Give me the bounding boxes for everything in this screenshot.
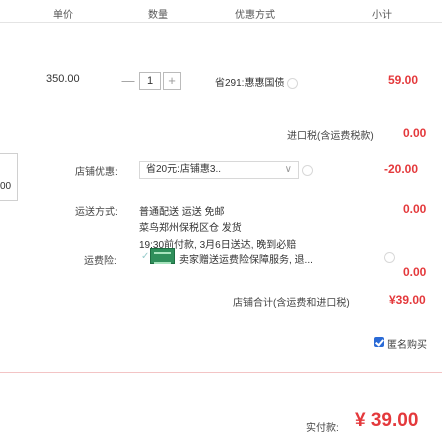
item-subtotal: 59.00 (388, 73, 419, 87)
store-discount-selected: 省20元:店铺惠3.. (146, 164, 222, 175)
payment-value: ¥ 39.00 (355, 410, 419, 431)
store-discount-select[interactable]: 省20元:店铺惠3.. ∨ (139, 161, 299, 179)
increase-button[interactable]: + (163, 72, 181, 90)
checkmark-icon: ✓ (141, 251, 150, 262)
left-panel-edge (0, 153, 18, 201)
shipping-line2: 菜鸟郑州保税区仓 发货 (139, 223, 242, 234)
payment-divider (0, 372, 442, 373)
insurance-info-icon[interactable] (384, 252, 395, 263)
header-divider (0, 22, 442, 23)
anonymous-checkbox[interactable] (374, 337, 384, 347)
import-tax-value: 0.00 (403, 126, 427, 140)
anonymous-label[interactable]: 匿名购买 (387, 336, 427, 351)
insurance-text: 卖家赠送运费险保障服务, 退... (179, 255, 313, 266)
store-total-value: ¥39.00 (389, 293, 426, 307)
decrease-button[interactable]: — (119, 72, 137, 90)
payment-label: 实付款: (306, 423, 339, 434)
quantity-input[interactable]: 1 (139, 72, 161, 90)
shipping-label: 运送方式: (75, 207, 118, 218)
insurance-label: 运费险: (84, 256, 117, 267)
item-promo: 省291:惠惠国债 (215, 74, 299, 89)
discount-info-icon (302, 165, 313, 176)
store-discount-label: 店铺优惠: (75, 167, 118, 178)
chevron-down-icon: ∨ (284, 164, 292, 175)
col-quantity: 数量 (148, 10, 168, 21)
insurance-value: 0.00 (403, 265, 427, 279)
import-tax-label: 进口税(含运费税款) (287, 131, 374, 142)
insurance-badge-icon (150, 248, 175, 264)
item-unit-price: 350.00 (46, 73, 80, 85)
info-icon (287, 77, 299, 89)
item-promo-text: 省291:惠惠国债 (215, 78, 285, 89)
left-panel-fragment: 00 (0, 181, 12, 192)
col-unit-price: 单价 (53, 10, 73, 21)
quantity-stepper[interactable]: — 1 + (119, 72, 195, 90)
store-total-label: 店铺合计(含运费和进口税) (233, 298, 350, 309)
shipping-line1: 普通配送 运送 免邮 (139, 207, 225, 218)
shipping-value: 0.00 (403, 202, 427, 216)
col-subtotal: 小计 (372, 10, 392, 21)
col-promo: 优惠方式 (235, 10, 275, 21)
store-discount-value: -20.00 (384, 162, 419, 176)
